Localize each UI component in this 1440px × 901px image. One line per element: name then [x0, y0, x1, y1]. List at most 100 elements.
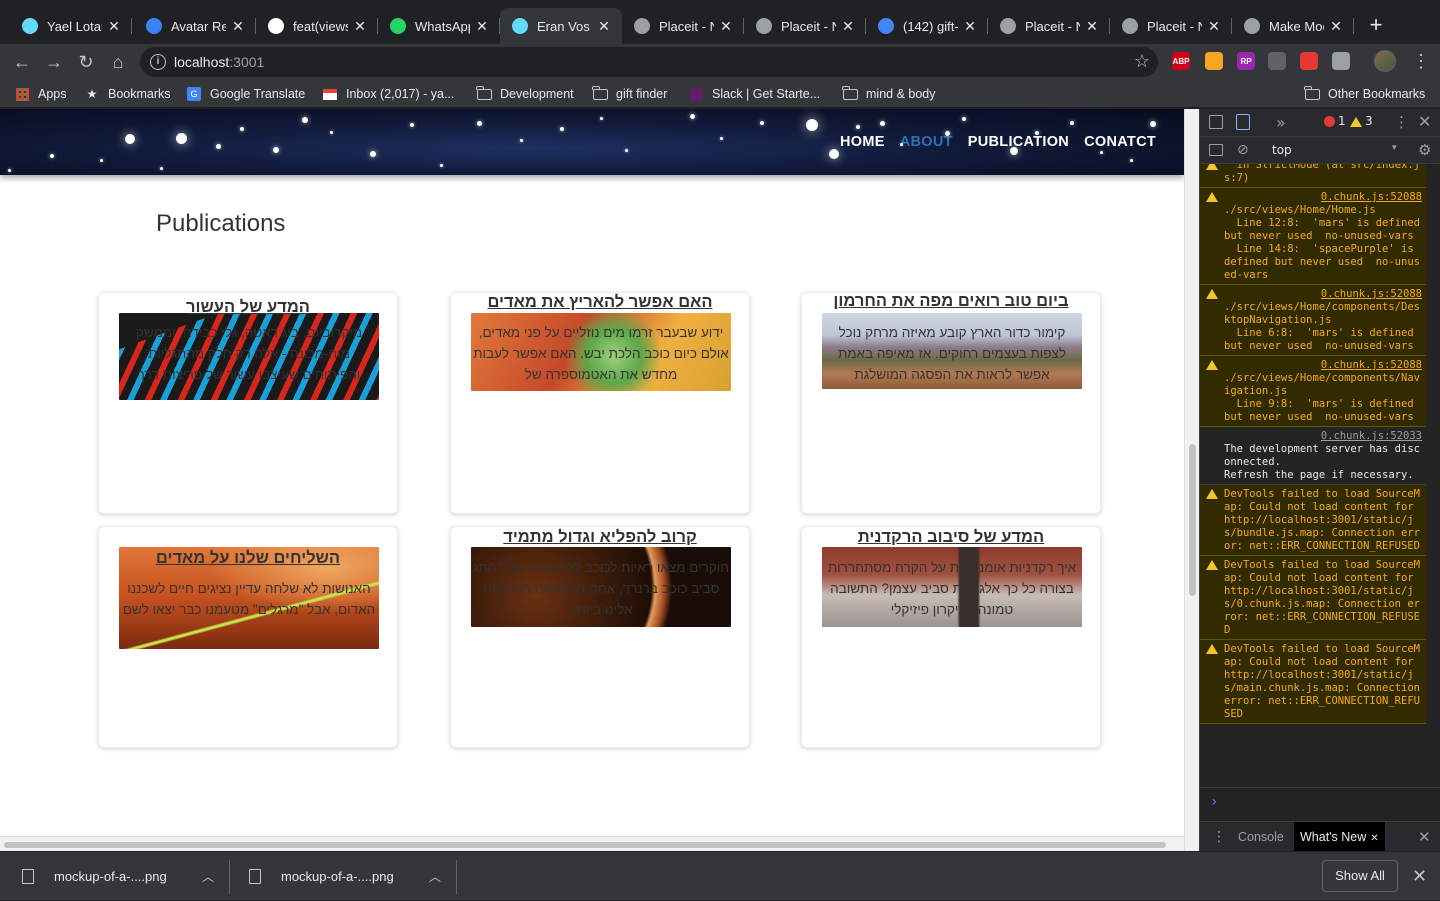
- card-title-link[interactable]: המדע של העשור: [99, 298, 397, 317]
- sidebar-toggle-icon[interactable]: [1209, 144, 1223, 156]
- chrome-menu-icon[interactable]: ⋮: [1412, 51, 1430, 72]
- show-all-button[interactable]: Show All: [1322, 860, 1398, 892]
- publication-card[interactable]: האם אפשר להאריץ את מאדים ידוע שבעבר זרמו …: [450, 292, 750, 514]
- close-tab-icon[interactable]: ✕: [474, 18, 490, 34]
- error-count[interactable]: 1: [1338, 114, 1346, 128]
- console-warning-message[interactable]: DevTools failed to load SourceMap: Could…: [1200, 485, 1426, 556]
- browser-tab[interactable]: WhatsApp ✕: [378, 8, 500, 44]
- console-warning-message[interactable]: DevTools failed to load SourceMap: Could…: [1200, 556, 1426, 640]
- browser-tab[interactable]: Placeit - N ✕: [744, 8, 866, 44]
- publication-card[interactable]: המדע של העשור מיקרוביום, ביג דאטה, גלי כב…: [98, 292, 398, 514]
- close-tab-icon[interactable]: ✕: [1370, 833, 1378, 844]
- close-tab-icon[interactable]: ✕: [230, 18, 246, 34]
- publication-card[interactable]: השליחים שלנו על מאדים האנושות לא שלחה עדי…: [98, 526, 398, 748]
- browser-tab[interactable]: Make Moc ✕: [1232, 8, 1354, 44]
- browser-tab[interactable]: Eran Vos ✕: [500, 8, 622, 44]
- browser-tab[interactable]: (142) gift- ✕: [866, 8, 988, 44]
- chevron-up-icon[interactable]: ︿: [429, 868, 441, 885]
- nav-link-publication[interactable]: PUBLICATION: [968, 134, 1069, 150]
- publication-card[interactable]: קרוב להפליא וגדול מתמיד חוקרים מצאו ראיות…: [450, 526, 750, 748]
- card-title-link[interactable]: האם אפשר להאריץ את מאדים: [451, 293, 749, 312]
- inspect-element-icon[interactable]: [1209, 115, 1223, 129]
- extension-icon[interactable]: [1300, 52, 1318, 70]
- source-link[interactable]: 0.chunk.js:52033: [1224, 430, 1422, 443]
- source-link[interactable]: 0.chunk.js:52088: [1224, 288, 1422, 301]
- bookmark-item[interactable]: Slack | Get Starte...: [688, 85, 820, 103]
- close-shelf-icon[interactable]: ✕: [1412, 866, 1427, 887]
- extension-icon[interactable]: ABP: [1172, 52, 1190, 70]
- context-selector[interactable]: top: [1272, 143, 1292, 157]
- drawer-tab[interactable]: What's New ✕: [1294, 822, 1385, 852]
- extension-icon[interactable]: [1205, 52, 1223, 70]
- extension-icon[interactable]: [1332, 52, 1350, 70]
- home-button[interactable]: ⌂: [104, 48, 132, 76]
- nav-link-home[interactable]: HOME: [840, 134, 885, 150]
- extension-icon[interactable]: RP: [1237, 52, 1255, 70]
- devtools-menu-icon[interactable]: ⋮: [1394, 113, 1409, 131]
- profile-avatar[interactable]: [1374, 50, 1396, 72]
- back-button[interactable]: ←: [8, 48, 36, 76]
- forward-button[interactable]: →: [40, 48, 68, 76]
- browser-tab[interactable]: Avatar Re ✕: [134, 8, 256, 44]
- console-settings-icon[interactable]: ⚙: [1418, 141, 1431, 159]
- card-title-link[interactable]: המדע של סיבוב הרקדנית: [802, 528, 1100, 547]
- console-warning-message[interactable]: 0.chunk.js:52088 ./src/views/Home/compone…: [1200, 356, 1426, 427]
- device-toolbar-icon[interactable]: [1236, 114, 1250, 130]
- source-link[interactable]: 0.chunk.js:52088: [1224, 359, 1422, 372]
- page-horizontal-scrollbar[interactable]: [0, 836, 1184, 851]
- console-warning-message[interactable]: 0.chunk.js:52088 ./src/views/Home/Home.js…: [1200, 188, 1426, 285]
- new-tab-button[interactable]: +: [1364, 14, 1388, 38]
- drawer-menu-icon[interactable]: ⋮: [1212, 829, 1226, 845]
- console-warning-message[interactable]: 0.chunk.js:52088 ./src/views/Home/compone…: [1200, 285, 1426, 356]
- console-scrollbar[interactable]: [1426, 164, 1440, 787]
- bookmark-star-icon[interactable]: ☆: [1134, 51, 1150, 72]
- bookmark-item[interactable]: ★ Bookmarks: [84, 85, 171, 103]
- close-tab-icon[interactable]: ✕: [718, 18, 734, 34]
- bookmark-item[interactable]: Development: [476, 85, 574, 103]
- bookmark-item[interactable]: Inbox (2,017) - ya...: [322, 85, 454, 103]
- nav-link-about[interactable]: ABOUT: [900, 134, 953, 150]
- close-tab-icon[interactable]: ✕: [1328, 18, 1344, 34]
- close-tab-icon[interactable]: ✕: [962, 18, 978, 34]
- browser-tab[interactable]: Placeit - N ✕: [1110, 8, 1232, 44]
- card-title-link[interactable]: השליחים שלנו על מאדים: [99, 549, 397, 568]
- download-item[interactable]: mockup-of-a-....png ︿: [22, 852, 222, 901]
- console-warning-message[interactable]: DevTools failed to load SourceMap: Could…: [1200, 640, 1426, 724]
- context-dropdown-icon[interactable]: ▾: [1392, 143, 1397, 153]
- console-info-message[interactable]: 0.chunk.js:52033 The development server h…: [1200, 427, 1426, 485]
- other-bookmarks[interactable]: Other Bookmarks: [1304, 85, 1425, 103]
- devtools-close-icon[interactable]: ✕: [1418, 112, 1431, 131]
- card-title-link[interactable]: ביום טוב רואים מפה את החרמון: [802, 292, 1100, 311]
- card-title-link[interactable]: קרוב להפליא וגדול מתמיד: [451, 528, 749, 547]
- chevron-up-icon[interactable]: ︿: [202, 868, 214, 885]
- close-tab-icon[interactable]: ✕: [1084, 18, 1100, 34]
- console-prompt[interactable]: ›: [1200, 787, 1440, 821]
- browser-tab[interactable]: Placeit - N ✕: [622, 8, 744, 44]
- nav-link-conatct[interactable]: CONATCT: [1084, 134, 1156, 150]
- download-item[interactable]: mockup-of-a-....png ︿: [249, 852, 449, 901]
- browser-tab[interactable]: feat(views ✕: [256, 8, 378, 44]
- close-tab-icon[interactable]: ✕: [840, 18, 856, 34]
- console-warning-message[interactable]: in StrictMode (at src/index.js:7): [1200, 164, 1426, 188]
- browser-tab[interactable]: Yael Lotan✕: [10, 8, 132, 44]
- drawer-close-icon[interactable]: ✕: [1418, 828, 1431, 846]
- page-vertical-scrollbar[interactable]: [1184, 109, 1199, 851]
- close-tab-icon[interactable]: ✕: [106, 18, 122, 34]
- bookmark-item[interactable]: G Google Translate: [186, 85, 305, 103]
- close-tab-icon[interactable]: ✕: [352, 18, 368, 34]
- extension-icon[interactable]: [1268, 52, 1286, 70]
- close-tab-icon[interactable]: ✕: [1206, 18, 1222, 34]
- browser-tab[interactable]: Placeit - N ✕: [988, 8, 1110, 44]
- more-panels-icon[interactable]: »: [1276, 113, 1286, 132]
- close-tab-icon[interactable]: ✕: [596, 18, 612, 34]
- warning-count[interactable]: 3: [1365, 114, 1373, 128]
- bookmark-item[interactable]: mind & body: [842, 85, 935, 103]
- site-info-icon[interactable]: i: [150, 54, 166, 70]
- publication-card[interactable]: המדע של סיבוב הרקדנית איך רקדניות אומנותי…: [801, 526, 1101, 748]
- bookmark-item[interactable]: Apps: [14, 85, 67, 103]
- bookmark-item[interactable]: gift finder: [592, 85, 667, 103]
- drawer-tab[interactable]: Console: [1238, 822, 1284, 852]
- source-link[interactable]: 0.chunk.js:52088: [1224, 191, 1422, 204]
- publication-card[interactable]: ביום טוב רואים מפה את החרמון קימור כדור ה…: [801, 292, 1101, 514]
- reload-button[interactable]: ↻: [72, 48, 100, 76]
